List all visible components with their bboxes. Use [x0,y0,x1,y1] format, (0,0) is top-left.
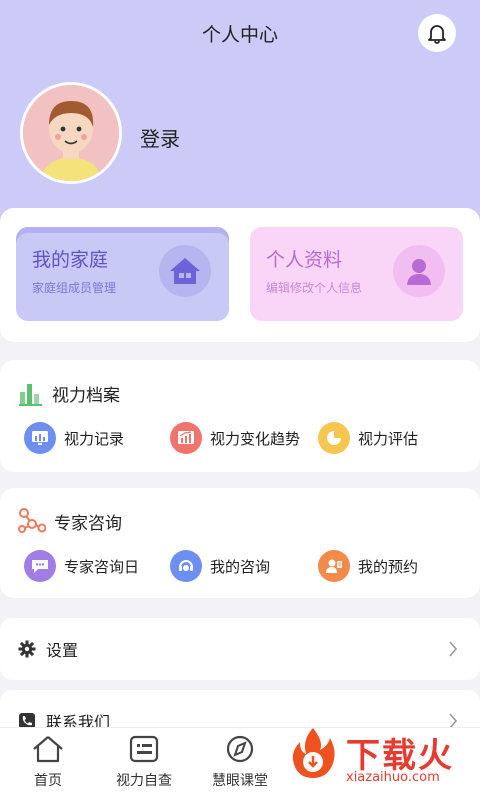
my-appointment-item[interactable]: 我的预约 [318,550,418,582]
compass-icon [226,735,254,763]
vision-records-panel [0,360,480,472]
personal-info-title: 个人资料 [266,249,343,271]
tab-classroom-label: 慧眼课堂 [212,773,268,789]
tab-home-label: 首页 [34,773,62,789]
chevron-right-icon [449,641,458,657]
chat-icon [24,550,56,582]
headset-icon [170,550,202,582]
trend-icon [170,422,202,454]
vision-trend-label: 视力变化趋势 [210,429,301,448]
pie-chart-icon [318,422,350,454]
tab-home[interactable]: 首页 [0,734,98,790]
vision-archive-icon [19,384,42,406]
vision-record-item[interactable]: 视力记录 [24,422,124,454]
tab-vision-check-label: 视力自查 [116,773,172,789]
vision-assessment-label: 视力评估 [358,429,419,448]
personal-info-card[interactable]: 个人资料 编辑修改个人信息 [250,227,463,321]
settings-row[interactable]: 设置 [0,618,480,680]
home-icon [159,245,211,297]
vision-section-title: 视力档案 [52,385,120,406]
bar-chart-icon [24,422,56,454]
watermark-url: xiazaihuo.com [346,770,440,785]
network-icon [18,508,46,533]
notification-button[interactable] [418,14,456,52]
appointment-icon [318,550,350,582]
my-family-card[interactable]: 我的家庭 家庭组成员管理 [16,227,229,321]
vision-trend-item[interactable]: 视力变化趋势 [170,422,300,454]
expert-section-header: 专家咨询 [18,508,122,534]
watermark-logo: 下载火 xiazaihuo.com [284,720,474,790]
eye-chart-icon [129,735,159,763]
bottom-tab-bar: 首页 视力自查 慧眼课堂 下载火 xiazaihuo.com [0,727,480,800]
personal-info-subtitle: 编辑修改个人信息 [266,281,363,295]
bell-icon [428,25,446,44]
my-family-title: 我的家庭 [32,249,109,271]
my-appointment-label: 我的预约 [358,557,419,576]
my-consultation-label: 我的咨询 [210,557,271,576]
vision-assessment-item[interactable]: 视力评估 [318,422,418,454]
flame-logo-icon [292,728,335,778]
my-consultation-item[interactable]: 我的咨询 [170,550,270,582]
home-icon [33,736,63,763]
person-icon [393,245,445,297]
page-title: 个人中心 [201,24,278,46]
avatar-illustration [23,85,119,181]
expert-day-item[interactable]: 专家咨询日 [24,550,139,582]
login-link[interactable]: 登录 [140,123,180,152]
vision-section-header: 视力档案 [18,380,120,406]
tab-vision-check[interactable]: 视力自查 [94,734,194,790]
avatar[interactable] [20,82,122,184]
expert-day-label: 专家咨询日 [64,557,140,576]
expert-section-title: 专家咨询 [54,513,122,534]
my-family-subtitle: 家庭组成员管理 [32,281,117,295]
settings-label: 设置 [46,641,79,660]
tab-classroom[interactable]: 慧眼课堂 [190,734,290,790]
gear-icon [18,640,36,658]
vision-record-label: 视力记录 [64,429,125,448]
